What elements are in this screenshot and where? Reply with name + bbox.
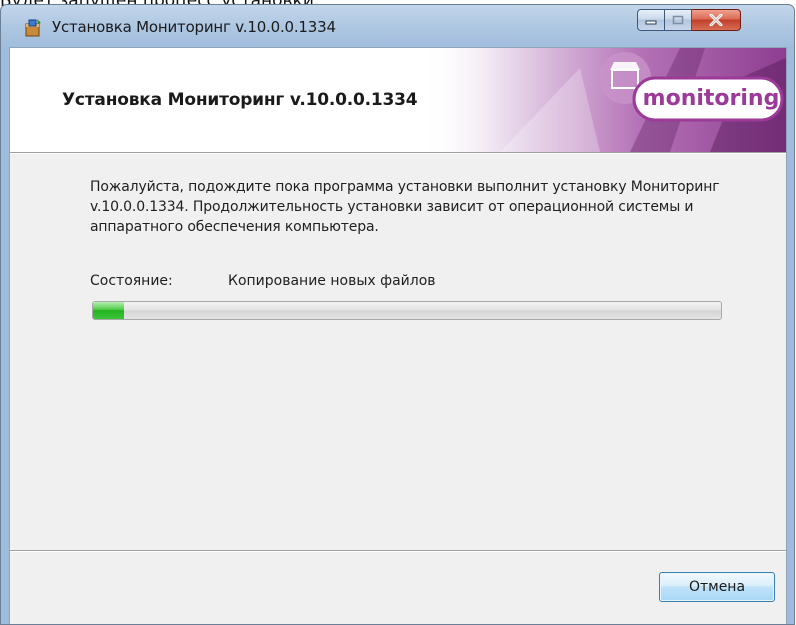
window-controls xyxy=(637,9,741,31)
installer-header: Установка Мониторинг v.10.0.0.1334 monit… xyxy=(10,48,786,152)
maximize-button[interactable] xyxy=(665,9,692,31)
installation-description: Пожалуйста, подождите пока программа уст… xyxy=(90,179,720,235)
installer-client-area: Установка Мониторинг v.10.0.0.1334 monit… xyxy=(9,47,787,624)
title-bar[interactable]: Установка Мониторинг v.10.0.0.1334 xyxy=(1,5,794,45)
installer-icon xyxy=(25,19,41,37)
installation-progress-bar xyxy=(92,301,722,320)
status-label: Состояние: xyxy=(90,273,173,289)
header-divider xyxy=(10,152,786,154)
close-button[interactable] xyxy=(692,9,741,31)
header-title: Установка Мониторинг v.10.0.0.1334 xyxy=(62,90,418,110)
monitoring-logo-text: monitoring xyxy=(642,86,780,111)
maximize-icon xyxy=(672,15,684,25)
cancel-button[interactable]: Отмена xyxy=(659,572,775,602)
progress-fill xyxy=(93,302,125,319)
close-icon xyxy=(709,14,723,26)
status-value: Копирование новых файлов xyxy=(228,273,436,289)
minimize-icon xyxy=(645,20,657,25)
window-title: Установка Мониторинг v.10.0.0.1334 xyxy=(52,18,336,36)
footer-divider xyxy=(10,550,786,552)
minimize-button[interactable] xyxy=(637,9,665,31)
installer-window: Установка Мониторинг v.10.0.0.1334 Устан… xyxy=(0,4,795,625)
